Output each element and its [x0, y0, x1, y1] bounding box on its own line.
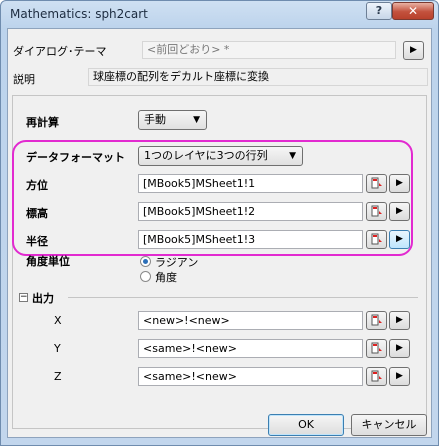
- output-y-menu-button[interactable]: ▶: [389, 339, 410, 358]
- output-y-pick-button[interactable]: [366, 339, 387, 358]
- cancel-button[interactable]: キャンセル: [351, 414, 427, 436]
- minus-icon: −: [20, 292, 28, 302]
- azimuth-menu-button[interactable]: ▶: [389, 174, 410, 193]
- radius-menu-button[interactable]: ▶: [389, 230, 410, 249]
- chevron-down-icon: ▼: [193, 115, 200, 125]
- description-label: 説明: [13, 73, 35, 86]
- output-y-input[interactable]: <same>!<new>: [138, 339, 363, 358]
- output-x-menu-button[interactable]: ▶: [389, 311, 410, 330]
- elevation-pick-button[interactable]: [366, 202, 387, 221]
- ok-button[interactable]: OK: [268, 414, 344, 436]
- dialog-window: Mathematics: sph2cart ? ✕ ダイアログ･テーマ <前回ど…: [0, 0, 439, 446]
- output-x-input[interactable]: <new>!<new>: [138, 311, 363, 330]
- data-format-dropdown[interactable]: 1つのレイヤに3つの行列 ▼: [138, 146, 303, 166]
- radius-label: 半径: [26, 235, 48, 248]
- data-format-label: データフォーマット: [26, 151, 125, 164]
- title-bar[interactable]: Mathematics: sph2cart ? ✕: [1, 1, 438, 27]
- dialog-body: ダイアログ･テーマ <前回どおり> * ▶ 説明 球座標の配列をデカルト座標に変…: [7, 28, 432, 438]
- column-select-icon: [371, 205, 382, 217]
- elevation-input[interactable]: [MBook5]MSheet1!2: [138, 202, 363, 221]
- dialog-theme-menu-button[interactable]: ▶: [403, 41, 424, 60]
- column-select-icon: [371, 342, 382, 354]
- column-select-icon: [371, 314, 382, 326]
- window-title: Mathematics: sph2cart: [10, 7, 148, 21]
- close-button[interactable]: ✕: [392, 2, 434, 20]
- angle-unit-label: 角度単位: [26, 255, 70, 268]
- column-select-icon: [371, 177, 382, 189]
- recalculate-label: 再計算: [26, 116, 59, 129]
- output-x-label: X: [54, 314, 62, 327]
- chevron-down-icon: ▼: [289, 151, 296, 161]
- column-select-icon: [371, 233, 382, 245]
- output-collapse-toggle[interactable]: −: [19, 293, 28, 302]
- triangle-right-icon: ▶: [396, 315, 403, 325]
- angle-unit-radian-radio[interactable]: [140, 256, 151, 267]
- output-divider: [68, 297, 418, 298]
- recalculate-value: 手動: [144, 113, 166, 126]
- output-z-input[interactable]: <same>!<new>: [138, 367, 363, 386]
- triangle-right-icon: ▶: [410, 45, 417, 55]
- output-section-label: 出力: [32, 292, 54, 305]
- recalculate-dropdown[interactable]: 手動 ▼: [138, 110, 207, 130]
- elevation-label: 標高: [26, 207, 48, 220]
- angle-unit-degree-label: 角度: [155, 271, 177, 284]
- help-button[interactable]: ?: [366, 2, 392, 20]
- elevation-menu-button[interactable]: ▶: [389, 202, 410, 221]
- output-x-pick-button[interactable]: [366, 311, 387, 330]
- angle-unit-radian-label: ラジアン: [155, 256, 199, 269]
- output-z-pick-button[interactable]: [366, 367, 387, 386]
- dialog-theme-field[interactable]: <前回どおり> *: [142, 41, 396, 59]
- azimuth-label: 方位: [26, 179, 48, 192]
- radius-pick-button[interactable]: [366, 230, 387, 249]
- output-y-label: Y: [54, 342, 61, 355]
- data-format-value: 1つのレイヤに3つの行列: [144, 149, 268, 162]
- dialog-theme-label: ダイアログ･テーマ: [13, 45, 107, 58]
- angle-unit-degree-radio[interactable]: [140, 271, 151, 282]
- output-z-label: Z: [54, 370, 62, 383]
- output-z-menu-button[interactable]: ▶: [389, 367, 410, 386]
- azimuth-pick-button[interactable]: [366, 174, 387, 193]
- triangle-right-icon: ▶: [396, 178, 403, 188]
- column-select-icon: [371, 370, 382, 382]
- triangle-right-icon: ▶: [396, 206, 403, 216]
- triangle-right-icon: ▶: [396, 343, 403, 353]
- azimuth-input[interactable]: [MBook5]MSheet1!1: [138, 174, 363, 193]
- description-field: 球座標の配列をデカルト座標に変換: [88, 68, 428, 86]
- triangle-right-icon: ▶: [396, 371, 403, 381]
- triangle-right-icon: ▶: [396, 234, 403, 244]
- radius-input[interactable]: [MBook5]MSheet1!3: [138, 230, 363, 249]
